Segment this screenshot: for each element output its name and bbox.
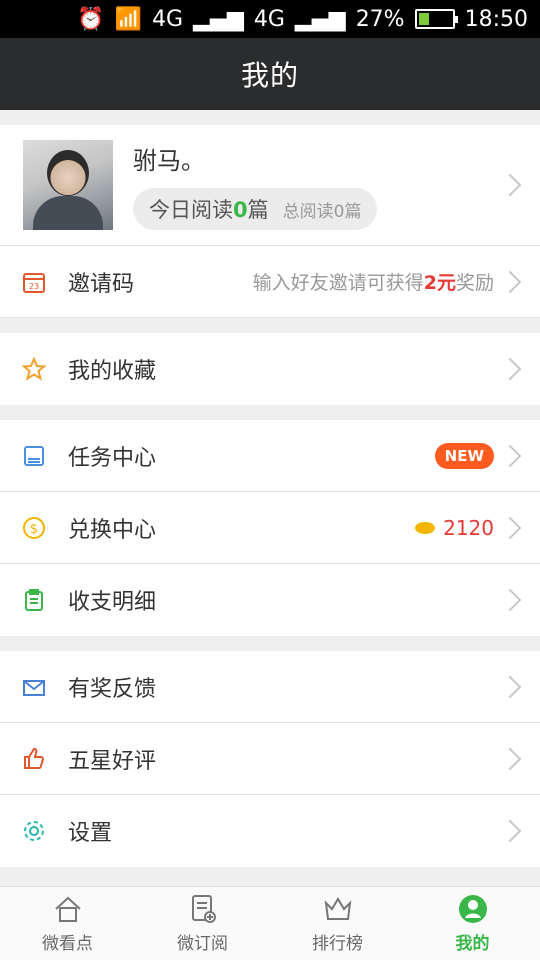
reading-stats: 今日阅读0篇 总阅读0篇 bbox=[133, 187, 378, 230]
main-content: 驸马。 今日阅读0篇 总阅读0篇 23 邀请码 输入好友邀请可获得2元奖励 我的… bbox=[0, 110, 540, 886]
invite-code-row[interactable]: 23 邀请码 输入好友邀请可获得2元奖励 bbox=[0, 246, 540, 318]
chevron-right-icon bbox=[498, 516, 522, 539]
home-icon bbox=[54, 896, 81, 922]
nav-label: 微看点 bbox=[42, 934, 93, 954]
clipboard-icon bbox=[22, 588, 46, 612]
page-header: 我的 bbox=[0, 38, 540, 110]
gear-icon bbox=[22, 819, 46, 843]
chevron-right-icon bbox=[498, 444, 522, 467]
total-reading: 总阅读0篇 bbox=[282, 201, 362, 222]
avatar[interactable] bbox=[23, 140, 113, 230]
wifi-icon: 📶 bbox=[114, 6, 143, 32]
profile-name: 驸马。 bbox=[133, 146, 205, 175]
nav-label: 微订阅 bbox=[177, 934, 228, 954]
exchange-center-row[interactable]: $ 兑换中心 2120 bbox=[0, 492, 540, 564]
ledger-row[interactable]: 收支明细 bbox=[0, 564, 540, 636]
task-center-label: 任务中心 bbox=[68, 445, 157, 471]
network-type-2: 4G bbox=[253, 6, 285, 32]
signal-icon-1: ▂▄▆ bbox=[193, 6, 244, 32]
chevron-right-icon bbox=[498, 675, 522, 698]
favorites-label: 我的收藏 bbox=[68, 359, 157, 384]
network-type-1: 4G bbox=[152, 6, 184, 32]
user-icon bbox=[458, 895, 487, 923]
nav-weikandian[interactable]: 微看点 bbox=[0, 887, 135, 960]
chevron-right-icon bbox=[498, 819, 522, 843]
settings-row[interactable]: 设置 bbox=[0, 795, 540, 867]
task-center-row[interactable]: 任务中心 NEW bbox=[0, 420, 540, 492]
nav-mine[interactable]: 我的 bbox=[405, 887, 540, 960]
crown-icon bbox=[324, 897, 351, 920]
battery-percentage: 27% bbox=[355, 6, 405, 32]
feedback-row[interactable]: 有奖反馈 bbox=[0, 651, 540, 723]
star-icon bbox=[22, 357, 46, 381]
exchange-center-label: 兑换中心 bbox=[68, 517, 157, 543]
favorites-row[interactable]: 我的收藏 bbox=[0, 333, 540, 405]
battery-icon bbox=[414, 9, 458, 29]
svg-text:23: 23 bbox=[29, 282, 39, 291]
alarm-icon: ⏰ bbox=[77, 6, 105, 32]
nav-label: 我的 bbox=[455, 934, 490, 954]
status-bar: ⏰ 📶 4G ▂▄▆ 4G ▂▄▆ 27% 18:50 bbox=[0, 0, 540, 38]
ledger-label: 收支明细 bbox=[68, 590, 157, 615]
chevron-right-icon bbox=[498, 270, 522, 293]
settings-label: 设置 bbox=[68, 821, 113, 846]
status-time: 18:50 bbox=[464, 6, 528, 32]
today-reading-prefix: 今日阅读 bbox=[149, 197, 233, 222]
today-reading-count: 0 bbox=[233, 197, 248, 222]
nav-ranking[interactable]: 排行榜 bbox=[270, 887, 405, 960]
new-badge: NEW bbox=[434, 442, 494, 469]
nav-subscribe[interactable]: 微订阅 bbox=[135, 887, 270, 960]
nav-label: 排行榜 bbox=[312, 934, 363, 954]
signal-icon-2: ▂▄▆ bbox=[294, 6, 346, 32]
coin-dollar-icon: $ bbox=[22, 516, 46, 540]
page-title: 我的 bbox=[240, 59, 299, 92]
svg-text:$: $ bbox=[30, 522, 38, 537]
mail-icon bbox=[22, 675, 46, 699]
coin-balance: 2120 bbox=[443, 515, 494, 540]
chevron-right-icon bbox=[498, 588, 522, 612]
feedback-label: 有奖反馈 bbox=[68, 676, 157, 702]
coins-icon bbox=[415, 521, 436, 534]
bottom-nav: 微看点 微订阅 排行榜 我的 bbox=[0, 886, 540, 960]
rating-label: 五星好评 bbox=[68, 748, 157, 774]
chevron-right-icon bbox=[498, 747, 522, 770]
save-icon bbox=[22, 444, 46, 468]
invite-code-label: 邀请码 bbox=[68, 271, 135, 297]
today-reading-suffix: 篇 bbox=[247, 197, 269, 222]
thumbs-up-icon bbox=[22, 747, 46, 771]
subscribe-doc-icon bbox=[191, 895, 216, 923]
rating-row[interactable]: 五星好评 bbox=[0, 723, 540, 795]
invite-hint: 输入好友邀请可获得2元奖励 bbox=[252, 272, 494, 294]
profile-row[interactable]: 驸马。 今日阅读0篇 总阅读0篇 bbox=[0, 125, 540, 246]
chevron-right-icon bbox=[498, 357, 522, 381]
calendar-icon: 23 bbox=[22, 270, 46, 294]
